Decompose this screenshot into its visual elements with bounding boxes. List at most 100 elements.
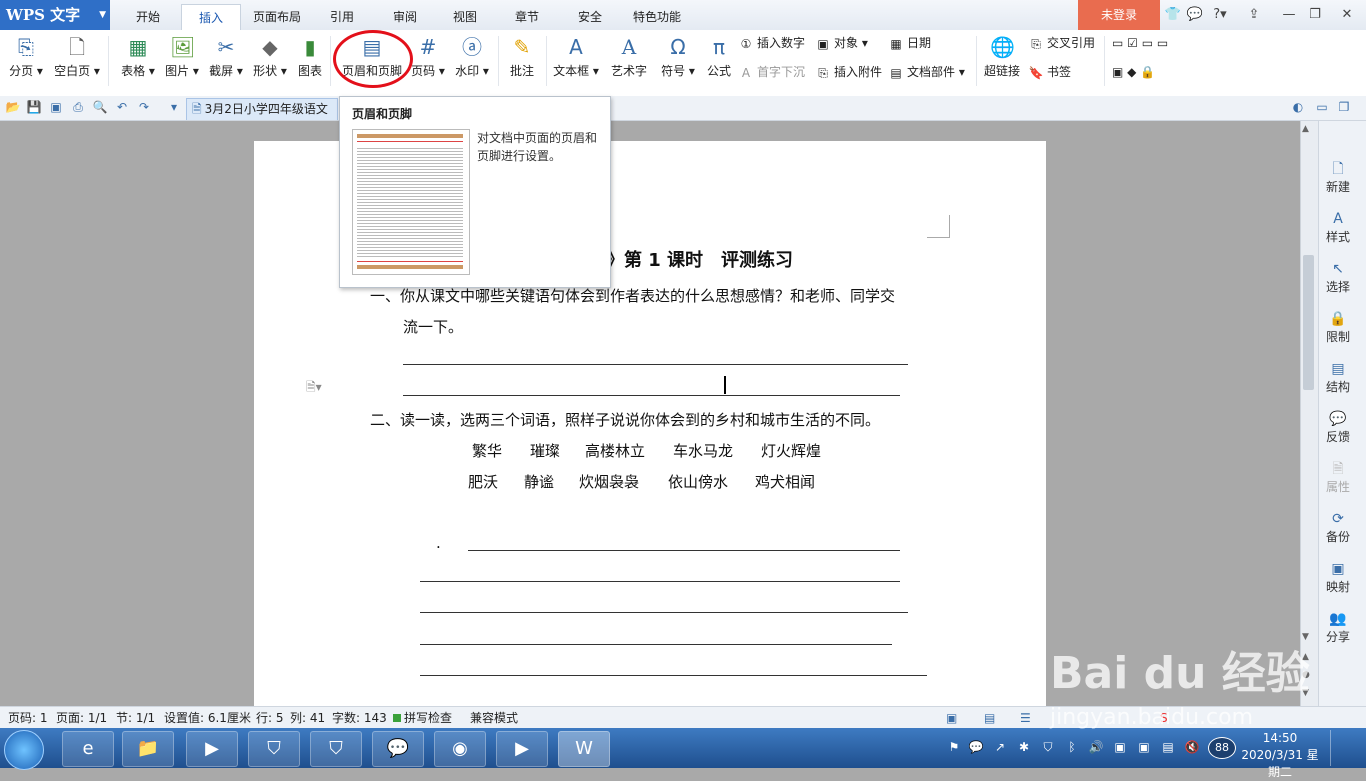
tab-view[interactable]: 视图 [443, 4, 487, 30]
bluetooth-icon[interactable]: ᛒ [1064, 738, 1080, 756]
symbol-button[interactable]: Ω 符号 ▾ [658, 33, 698, 89]
network-icon[interactable]: ▤ [1160, 738, 1176, 756]
tab-chapter[interactable]: 章节 [505, 4, 549, 30]
start-button[interactable] [4, 730, 44, 770]
wps-writer-icon[interactable]: W [558, 731, 610, 767]
system-clock[interactable]: 14:50 2020/3/31 星期二 [1240, 730, 1320, 779]
outline-view-icon[interactable]: ☰ [1020, 707, 1031, 729]
security-shield-icon[interactable]: ⛉ [248, 731, 300, 767]
redo-icon[interactable]: ↷ [136, 99, 152, 115]
chart-button[interactable]: ▮ 图表 [294, 33, 326, 89]
sidebar-item-structure[interactable]: ▤ 结构 [1318, 360, 1358, 400]
minimize-icon[interactable]: — [1280, 6, 1298, 24]
drop-cap-button[interactable]: A 首字下沉 [738, 62, 805, 82]
security-shield-icon[interactable]: ⛉ [310, 731, 362, 767]
tab-insert[interactable]: 插入 [181, 4, 241, 32]
app-menu-button[interactable]: WPS 文字 ▼ [0, 0, 110, 30]
tray-app-icon[interactable]: ✱ [1016, 738, 1032, 756]
sidebar-item-style[interactable]: A 样式 [1318, 210, 1358, 250]
word-item: 鸡犬相闻 [755, 473, 816, 491]
save-icon[interactable]: 💾 [26, 99, 42, 115]
restore-doc-icon[interactable]: ❐ [1336, 99, 1352, 115]
cross-ref-button[interactable]: ⎘ 交叉引用 [1028, 33, 1095, 53]
form-controls-icon[interactable]: ▭ ☑ ▭ ▭ [1112, 33, 1168, 53]
scrollbar-thumb[interactable] [1303, 255, 1314, 390]
tray-wechat-icon[interactable]: 💬 [968, 738, 984, 756]
spellcheck-toggle[interactable]: 拼写检查 [393, 707, 452, 729]
chrome-icon[interactable]: ◉ [434, 731, 486, 767]
hyperlink-button[interactable]: 🌐 超链接 [982, 33, 1022, 89]
sidebar-item-backup[interactable]: ⟳ 备份 [1318, 510, 1358, 550]
status-word-count[interactable]: 字数: 143 [332, 707, 387, 729]
tab-review[interactable]: 审阅 [383, 4, 427, 30]
chat-icon[interactable]: 💬 [1186, 6, 1204, 24]
page-view-icon[interactable]: ▤ [984, 707, 995, 729]
sidebar-item-properties[interactable]: 🗎 属性 [1318, 460, 1358, 500]
media-player-icon[interactable]: ▶ [186, 731, 238, 767]
insert-attachment-button[interactable]: ⎘ 插入附件 [815, 62, 882, 82]
upload-icon[interactable]: ⇪ [1245, 6, 1263, 24]
tab-security[interactable]: 安全 [568, 4, 612, 30]
print-preview-icon[interactable]: 🔍 [92, 99, 108, 115]
tray-badge[interactable]: 88 [1208, 737, 1236, 759]
tab-special-features[interactable]: 特色功能 [626, 4, 688, 30]
picture-button[interactable]: 🖼 图片 ▾ [162, 33, 202, 89]
tray-flag-icon[interactable]: ⚑ [946, 738, 962, 756]
chevron-down-icon[interactable]: ▾ [166, 99, 182, 115]
volume-icon[interactable]: 🔊 [1088, 738, 1104, 756]
media-app-icon[interactable]: ▶ [496, 731, 548, 767]
formula-button[interactable]: π 公式 [702, 33, 736, 89]
mute-icon[interactable]: 🔇 [1184, 738, 1200, 756]
doc-mode-icon[interactable]: ◐ [1290, 99, 1306, 115]
shape-button[interactable]: ◆ 形状 ▾ [250, 33, 290, 89]
tab-home[interactable]: 开始 [123, 4, 173, 30]
minimize-doc-icon[interactable]: ▭ [1314, 99, 1330, 115]
fullscreen-view-icon[interactable]: ▣ [946, 707, 957, 729]
sidebar-item-new[interactable]: 🗋 新建 [1318, 160, 1358, 200]
open-folder-icon[interactable]: 📂 [5, 99, 21, 115]
doc-parts-button[interactable]: ▤ 文档部件 ▾ [888, 62, 965, 82]
help-icon[interactable]: ?▾ [1208, 6, 1232, 24]
sidebar-item-feedback[interactable]: 💬 反馈 [1318, 410, 1358, 450]
scissors-icon: ✂ [217, 35, 235, 59]
object-button[interactable]: ▣ 对象 ▾ [815, 33, 868, 53]
file-explorer-icon[interactable]: 📁 [122, 731, 174, 767]
chart-icon: ▮ [304, 35, 316, 59]
table-button[interactable]: ▦ 表格 ▾ [118, 33, 158, 89]
wordart-button[interactable]: A 艺术字 [608, 33, 650, 89]
screenshot-button[interactable]: ✂ 截屏 ▾ [206, 33, 246, 89]
skin-icon[interactable]: 👕 [1164, 6, 1182, 24]
textbox-button[interactable]: A 文本框 ▾ [552, 33, 600, 89]
tray-misc-icon[interactable]: ▣ [1112, 738, 1128, 756]
show-desktop-button[interactable] [1330, 730, 1365, 766]
export-pdf-icon[interactable]: ▣ [48, 99, 64, 115]
blank-page-button[interactable]: 🗋 空白页 ▾ [52, 33, 102, 89]
print-icon[interactable]: ⎙ [70, 99, 86, 115]
tray-shield-icon[interactable]: ⛉ [1040, 738, 1056, 756]
comment-button[interactable]: ✎ 批注 [504, 33, 540, 89]
tray-misc-icon[interactable]: ▣ [1136, 738, 1152, 756]
sidebar-item-select[interactable]: ↖ 选择 [1318, 260, 1358, 300]
paragraph-handle-icon[interactable]: 🗎▾ [306, 378, 322, 399]
tab-page-layout[interactable]: 页面布局 [245, 4, 309, 30]
sidebar-item-mapping[interactable]: ▣ 映射 [1318, 560, 1358, 600]
page-number-button[interactable]: # 页码 ▾ [408, 33, 448, 89]
login-button[interactable]: 未登录 [1078, 0, 1160, 30]
form-lock-icon[interactable]: ▣ ◆ 🔒 [1112, 62, 1155, 82]
page-break-button[interactable]: ⎘ 分页 ▾ [6, 33, 46, 89]
tray-arrow-icon[interactable]: ↗ [992, 738, 1008, 756]
bookmark-button[interactable]: 🔖 书签 [1028, 62, 1072, 82]
scroll-up-icon[interactable]: ▲ [1302, 124, 1309, 134]
undo-icon[interactable]: ↶ [114, 99, 130, 115]
ie-browser-icon[interactable]: e [62, 731, 114, 767]
document-tab[interactable]: 🗎 3月2日小学四年级语文 [186, 98, 338, 120]
tab-reference[interactable]: 引用 [320, 4, 364, 30]
wechat-icon[interactable]: 💬 [372, 731, 424, 767]
restore-icon[interactable]: ❐ [1306, 6, 1324, 24]
sidebar-item-restrict[interactable]: 🔒 限制 [1318, 310, 1358, 350]
watermark-button[interactable]: ⓐ 水印 ▾ [452, 33, 492, 89]
insert-number-button[interactable]: ① 插入数字 [738, 33, 805, 53]
close-icon[interactable]: ✕ [1338, 6, 1356, 24]
date-button[interactable]: ▦ 日期 [888, 33, 931, 53]
vertical-scrollbar[interactable] [1300, 121, 1318, 706]
